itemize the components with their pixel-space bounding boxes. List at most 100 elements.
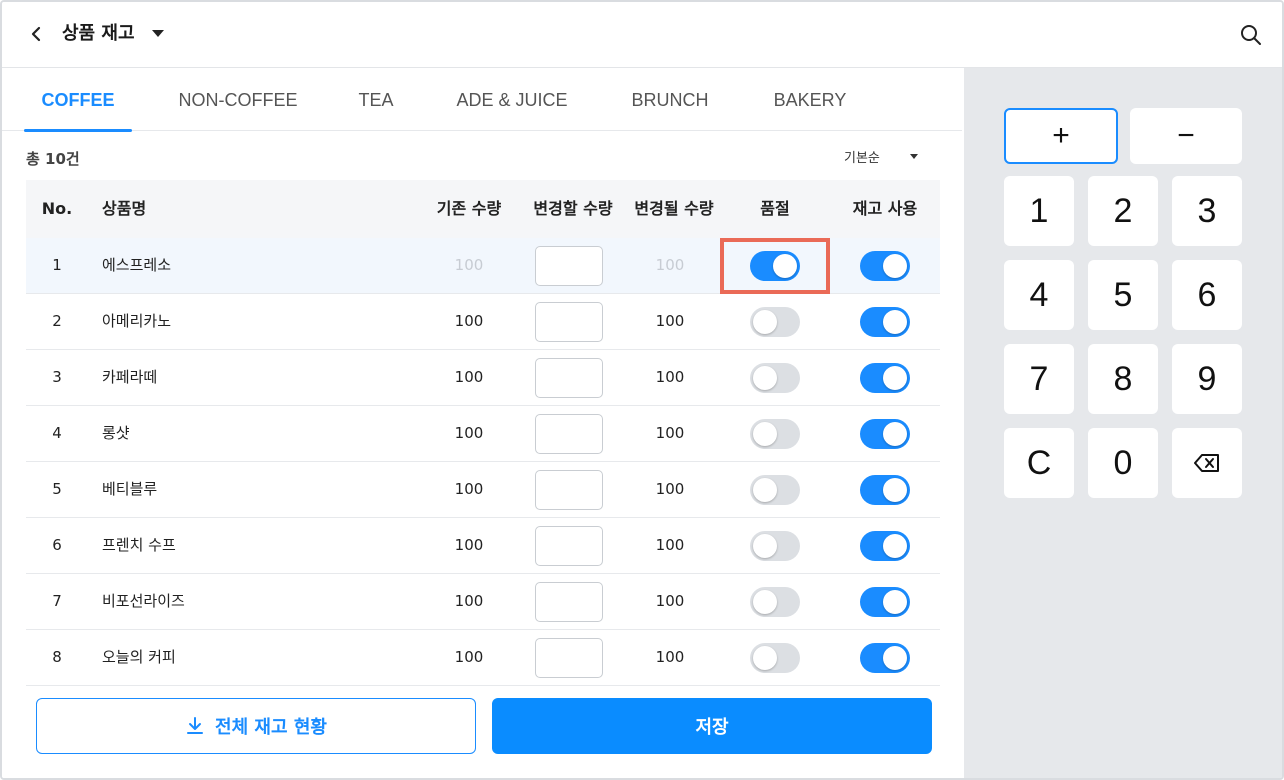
soldout-toggle[interactable] — [750, 419, 800, 449]
digit-key-3[interactable]: 3 — [1172, 176, 1242, 246]
change-qty-input[interactable] — [535, 582, 603, 622]
soldout-toggle[interactable] — [750, 643, 800, 673]
table-row: 7 비포선라이즈 100 100 — [26, 574, 940, 630]
tab-non-coffee[interactable]: NON-COFFEE — [170, 68, 306, 131]
page-title: 상품 재고 — [62, 23, 135, 44]
product-name: 베티블루 — [102, 480, 158, 498]
new-qty: 100 — [655, 592, 685, 610]
tab-ade-juice[interactable]: ADE & JUICE — [448, 68, 576, 131]
inventory-panel: COFFEE NON-COFFEE TEA ADE & JUICE BRUNCH… — [2, 68, 962, 778]
soldout-toggle[interactable] — [750, 587, 800, 617]
toggle-knob — [753, 310, 777, 334]
minus-key[interactable]: − — [1130, 108, 1242, 164]
row-number: 7 — [52, 592, 62, 610]
stock-use-toggle[interactable] — [860, 307, 910, 337]
row-number: 1 — [52, 256, 62, 274]
product-name: 비포선라이즈 — [102, 592, 185, 610]
change-qty-input[interactable] — [535, 414, 603, 454]
total-count: 총 10건 — [26, 150, 80, 168]
toggle-knob — [753, 478, 777, 502]
tab-tea[interactable]: TEA — [350, 68, 402, 131]
clear-key[interactable]: C — [1004, 428, 1074, 498]
stock-use-toggle[interactable] — [860, 643, 910, 673]
stock-use-toggle[interactable] — [860, 587, 910, 617]
change-qty-input[interactable] — [535, 526, 603, 566]
stock-use-toggle[interactable] — [860, 251, 910, 281]
change-qty-input[interactable] — [535, 302, 603, 342]
toggle-knob — [883, 310, 907, 334]
title-dropdown-button[interactable] — [150, 24, 166, 44]
soldout-toggle[interactable] — [750, 531, 800, 561]
backspace-icon — [1194, 454, 1219, 472]
sort-label: 기본순 — [844, 150, 880, 166]
header-name: 상품명 — [102, 199, 147, 218]
new-qty: 100 — [655, 368, 685, 386]
new-qty: 100 — [655, 536, 685, 554]
digit-key-0[interactable]: 0 — [1088, 428, 1158, 498]
product-name: 프렌치 수프 — [102, 536, 176, 554]
change-qty-input[interactable] — [535, 358, 603, 398]
toggle-knob — [883, 478, 907, 502]
product-name: 롱샷 — [102, 424, 130, 442]
row-number: 6 — [52, 536, 62, 554]
tab-coffee[interactable]: COFFEE — [24, 68, 132, 132]
caret-down-icon — [152, 30, 164, 37]
save-button[interactable]: 저장 — [492, 698, 932, 754]
digit-key-5[interactable]: 5 — [1088, 260, 1158, 330]
row-number: 4 — [52, 424, 62, 442]
new-qty: 100 — [655, 648, 685, 666]
digit-key-1[interactable]: 1 — [1004, 176, 1074, 246]
back-button[interactable] — [24, 22, 48, 46]
download-label: 전체 재고 현황 — [215, 717, 327, 738]
tab-brunch[interactable]: BRUNCH — [622, 68, 718, 131]
soldout-toggle[interactable] — [750, 251, 800, 281]
backspace-key[interactable] — [1172, 428, 1242, 498]
toggle-knob — [883, 254, 907, 278]
product-name: 카페라떼 — [102, 368, 158, 386]
sort-dropdown[interactable]: 기본순 — [844, 146, 918, 166]
toggle-knob — [753, 366, 777, 390]
new-qty: 100 — [655, 480, 685, 498]
soldout-toggle[interactable] — [750, 307, 800, 337]
soldout-toggle[interactable] — [750, 363, 800, 393]
change-qty-input[interactable] — [535, 470, 603, 510]
digit-key-9[interactable]: 9 — [1172, 344, 1242, 414]
table-row: 6 프렌치 수프 100 100 — [26, 518, 940, 574]
stock-use-toggle[interactable] — [860, 419, 910, 449]
header-current-qty: 기존 수량 — [436, 199, 502, 218]
digit-key-8[interactable]: 8 — [1088, 344, 1158, 414]
change-qty-input[interactable] — [535, 246, 603, 286]
row-number: 8 — [52, 648, 62, 666]
new-qty: 100 — [655, 424, 685, 442]
category-tabs: COFFEE NON-COFFEE TEA ADE & JUICE BRUNCH… — [2, 68, 962, 132]
search-button[interactable] — [1238, 22, 1264, 48]
toggle-knob — [883, 422, 907, 446]
stock-use-toggle[interactable] — [860, 531, 910, 561]
header-no: No. — [41, 199, 73, 218]
download-stock-button[interactable]: 전체 재고 현황 — [36, 698, 476, 754]
stock-use-toggle[interactable] — [860, 475, 910, 505]
digit-key-7[interactable]: 7 — [1004, 344, 1074, 414]
table-row: 4 롱샷 100 100 — [26, 406, 940, 462]
digit-key-2[interactable]: 2 — [1088, 176, 1158, 246]
soldout-toggle[interactable] — [750, 475, 800, 505]
stock-use-toggle[interactable] — [860, 363, 910, 393]
table-body: 1 에스프레소 100 100 2 아메리카노 100 100 3 카페라떼 100 100 4 롱샷 10… — [26, 238, 940, 688]
product-name: 아메리카노 — [102, 312, 172, 330]
plus-key[interactable]: + — [1004, 108, 1118, 164]
table-row: 5 베티블루 100 100 — [26, 462, 940, 518]
digit-key-6[interactable]: 6 — [1172, 260, 1242, 330]
current-qty: 100 — [454, 368, 484, 386]
digit-key-4[interactable]: 4 — [1004, 260, 1074, 330]
current-qty: 100 — [454, 256, 484, 274]
keypad-panel: + − 123 456 789 C0 — [964, 68, 1282, 778]
tab-bakery[interactable]: BAKERY — [766, 68, 854, 131]
search-icon — [1241, 25, 1261, 45]
header-soldout: 품절 — [760, 199, 790, 218]
product-name: 에스프레소 — [102, 256, 172, 274]
change-qty-input[interactable] — [535, 638, 603, 678]
current-qty: 100 — [454, 536, 484, 554]
caret-down-icon — [909, 153, 918, 159]
table-row: 2 아메리카노 100 100 — [26, 294, 940, 350]
new-qty: 100 — [655, 256, 685, 274]
